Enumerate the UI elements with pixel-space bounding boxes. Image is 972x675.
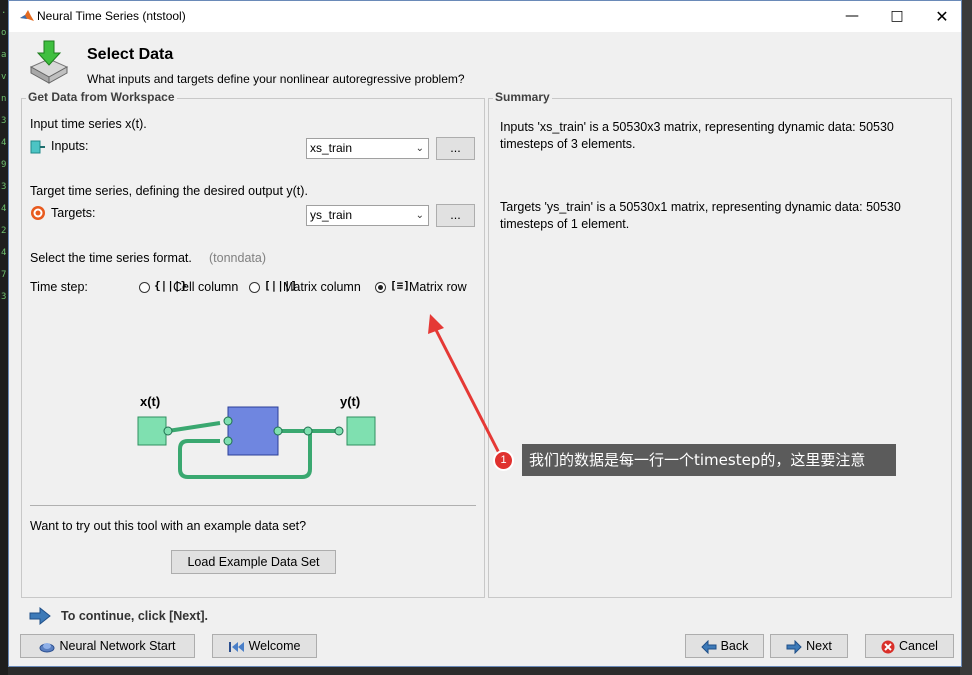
welcome-label: Welcome [248, 639, 301, 653]
input-caption: Input time series x(t). [30, 117, 147, 131]
background-editor-strip: .r or a v n 3 4 9 3 4 2 4 7 3 [0, 0, 12, 675]
summary-panel: Summary Inputs 'xs_train' is a 50530x3 m… [488, 90, 952, 598]
welcome-button[interactable]: Welcome [212, 634, 317, 658]
arrow-right-icon [29, 606, 51, 626]
neural-network-start-label: Neural Network Start [59, 639, 176, 653]
arrow-left-icon [700, 639, 717, 654]
continue-hint: To continue, click [Next]. [61, 609, 209, 623]
input-port-icon [30, 140, 45, 154]
annotation-callout: 我们的数据是每一行一个timestep的，这里要注意 [522, 444, 896, 476]
target-icon [31, 206, 45, 220]
rewind-icon [228, 641, 244, 652]
get-data-legend: Get Data from Workspace [26, 90, 177, 104]
neural-network-start-button[interactable]: Neural Network Start [20, 634, 195, 658]
annotation-arrow [428, 314, 502, 456]
matrix-row-icon: [≡] [390, 279, 410, 292]
next-label: Next [806, 639, 832, 653]
inputs-select-value: xs_train [310, 141, 353, 155]
window-title: Neural Time Series (ntstool) [37, 9, 186, 23]
targets-select[interactable]: ys_train ⌄ [306, 205, 429, 226]
targets-select-value: ys_train [310, 208, 353, 222]
load-example-button[interactable]: Load Example Data Set [171, 550, 336, 574]
radio-matrix-row[interactable] [375, 282, 386, 293]
format-caption: Select the time series format. [30, 251, 192, 265]
input-block [137, 416, 167, 446]
matrix-row-label[interactable]: Matrix row [409, 280, 467, 294]
get-data-panel: Get Data from Workspace Input time serie… [21, 90, 485, 598]
chevron-down-icon: ⌄ [415, 143, 424, 154]
annotation-badge: 1 [493, 450, 514, 471]
close-window-button[interactable]: ✕ [919, 1, 965, 32]
output-block [346, 416, 376, 446]
format-hint: (tonndata) [209, 251, 266, 265]
cancel-button[interactable]: Cancel [865, 634, 954, 658]
back-label: Back [720, 639, 749, 653]
targets-browse-button[interactable]: ... [436, 204, 475, 227]
minimize-button[interactable]: — [829, 1, 875, 32]
matlab-logo-icon [20, 10, 34, 21]
matrix-column-label[interactable]: Matrix column [283, 280, 361, 294]
radio-cell-column[interactable] [139, 282, 150, 293]
page-title: Select Data [87, 46, 174, 63]
inputs-select[interactable]: xs_train ⌄ [306, 138, 429, 159]
radio-matrix-column[interactable] [249, 282, 260, 293]
inputs-browse-button[interactable]: ... [436, 137, 475, 160]
cancel-label: Cancel [899, 639, 938, 653]
cell-column-label[interactable]: Cell column [173, 280, 238, 294]
page-subtitle: What inputs and targets define your nonl… [87, 72, 465, 86]
network-cloud-icon [39, 642, 55, 653]
maximize-button[interactable]: □ [874, 1, 920, 32]
title-bar: Neural Time Series (ntstool) — □ ✕ [9, 1, 961, 32]
targets-label: Targets: [51, 206, 96, 220]
next-button[interactable]: Next [770, 634, 848, 658]
summary-targets-text: Targets 'ys_train' is a 50530x1 matrix, … [500, 200, 901, 231]
divider [30, 505, 476, 506]
timestep-label: Time step: [30, 280, 88, 294]
diagram-y-label: y(t) [340, 394, 360, 409]
import-data-icon [29, 40, 69, 84]
cancel-icon [881, 640, 895, 654]
summary-inputs-text: Inputs 'xs_train' is a 50530x3 matrix, r… [500, 120, 894, 151]
chevron-down-icon: ⌄ [415, 210, 424, 221]
inputs-label: Inputs: [51, 139, 89, 153]
back-button[interactable]: Back [685, 634, 764, 658]
summary-legend: Summary [493, 90, 552, 104]
target-caption: Target time series, defining the desired… [30, 184, 308, 198]
narx-network-diagram: x(t) y(t) [137, 394, 376, 479]
diagram-x-label: x(t) [140, 394, 160, 409]
example-caption: Want to try out this tool with an exampl… [30, 519, 307, 533]
arrow-right-icon [786, 639, 802, 654]
network-block [227, 406, 279, 456]
